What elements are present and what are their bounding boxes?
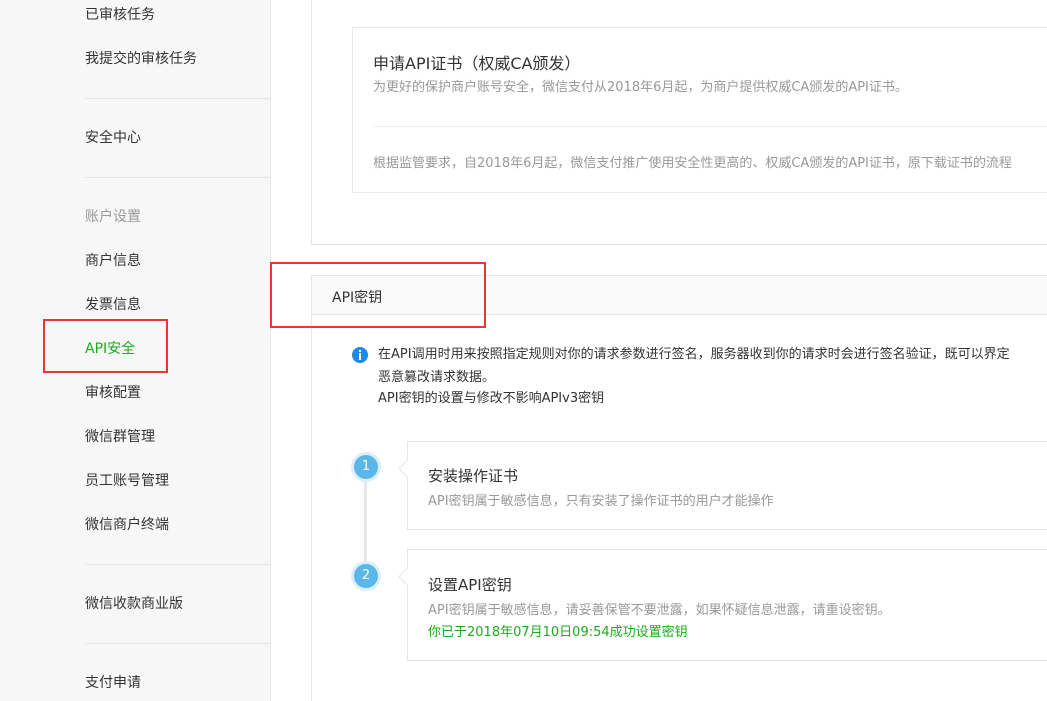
step-1-card: 安装操作证书 API密钥属于敏感信息，只有安装了操作证书的用户才能操作: [407, 441, 1047, 530]
sidebar-item-payment-application[interactable]: 支付申请: [85, 673, 141, 693]
certificate-note: 根据监管要求，自2018年6月起，微信支付推广使用安全性更高的、权威CA颁发的A…: [373, 156, 1012, 171]
sidebar-item-staff-account-management[interactable]: 员工账号管理: [85, 471, 169, 491]
certificate-card: 申请API证书（权威CA颁发） 为更好的保护商户账号安全，微信支付从2018年6…: [352, 27, 1047, 193]
sidebar-divider: [85, 98, 271, 99]
step-2-status: 你已于2018年07月10日09:54成功设置密钥: [428, 625, 688, 640]
sidebar-item-review-config[interactable]: 审核配置: [85, 383, 141, 403]
step-2-number: 2: [354, 564, 378, 588]
certificate-divider: [373, 126, 1047, 127]
annotation-highlight-api-security: [43, 319, 168, 373]
sidebar-item-wechat-group-management[interactable]: 微信群管理: [85, 427, 155, 447]
api-key-info-line-1: 在API调用时用来按照指定规则对你的请求参数进行签名，服务器收到你的请求时会进行…: [378, 347, 1010, 362]
step-2-title: 设置API密钥: [428, 576, 512, 594]
step-1-desc: API密钥属于敏感信息，只有安装了操作证书的用户才能操作: [428, 494, 774, 509]
sidebar-divider: [85, 564, 271, 565]
sidebar-item-my-submitted-tasks[interactable]: 我提交的审核任务: [85, 49, 197, 69]
sidebar-item-wechat-collection-business[interactable]: 微信收款商业版: [85, 594, 183, 614]
step-1-number: 1: [354, 455, 378, 479]
sidebar-item-wechat-merchant-terminal[interactable]: 微信商户终端: [85, 515, 169, 535]
sidebar-divider: [85, 643, 271, 644]
sidebar-item-reviewed-tasks[interactable]: 已审核任务: [85, 5, 155, 25]
info-icon: [352, 347, 368, 363]
step-connector-line: [364, 478, 367, 570]
api-key-info-line-2: 恶意篡改请求数据。: [378, 370, 496, 385]
api-key-info-line-3: API密钥的设置与修改不影响APIv3密钥: [378, 391, 605, 406]
annotation-highlight-api-key: [270, 262, 486, 328]
page: 已审核任务 我提交的审核任务 安全中心 账户设置 商户信息 发票信息 API安全…: [0, 0, 1047, 701]
certificate-desc: 为更好的保护商户账号安全，微信支付从2018年6月起，为商户提供权威CA颁发的A…: [373, 80, 908, 95]
sidebar-item-security-center[interactable]: 安全中心: [85, 128, 141, 148]
certificate-title: 申请API证书（权威CA颁发）: [373, 54, 581, 73]
step-2-card: 设置API密钥 API密钥属于敏感信息，请妥善保管不要泄露，如果怀疑信息泄露，请…: [407, 549, 1047, 661]
step-1-title: 安装操作证书: [428, 467, 519, 485]
step-2-desc: API密钥属于敏感信息，请妥善保管不要泄露，如果怀疑信息泄露，请重设密钥。: [428, 603, 891, 618]
sidebar-item-merchant-info[interactable]: 商户信息: [85, 251, 141, 271]
sidebar-item-invoice-info[interactable]: 发票信息: [85, 295, 141, 315]
sidebar-divider: [85, 177, 271, 178]
sidebar-section-account-settings: 账户设置: [85, 209, 141, 225]
